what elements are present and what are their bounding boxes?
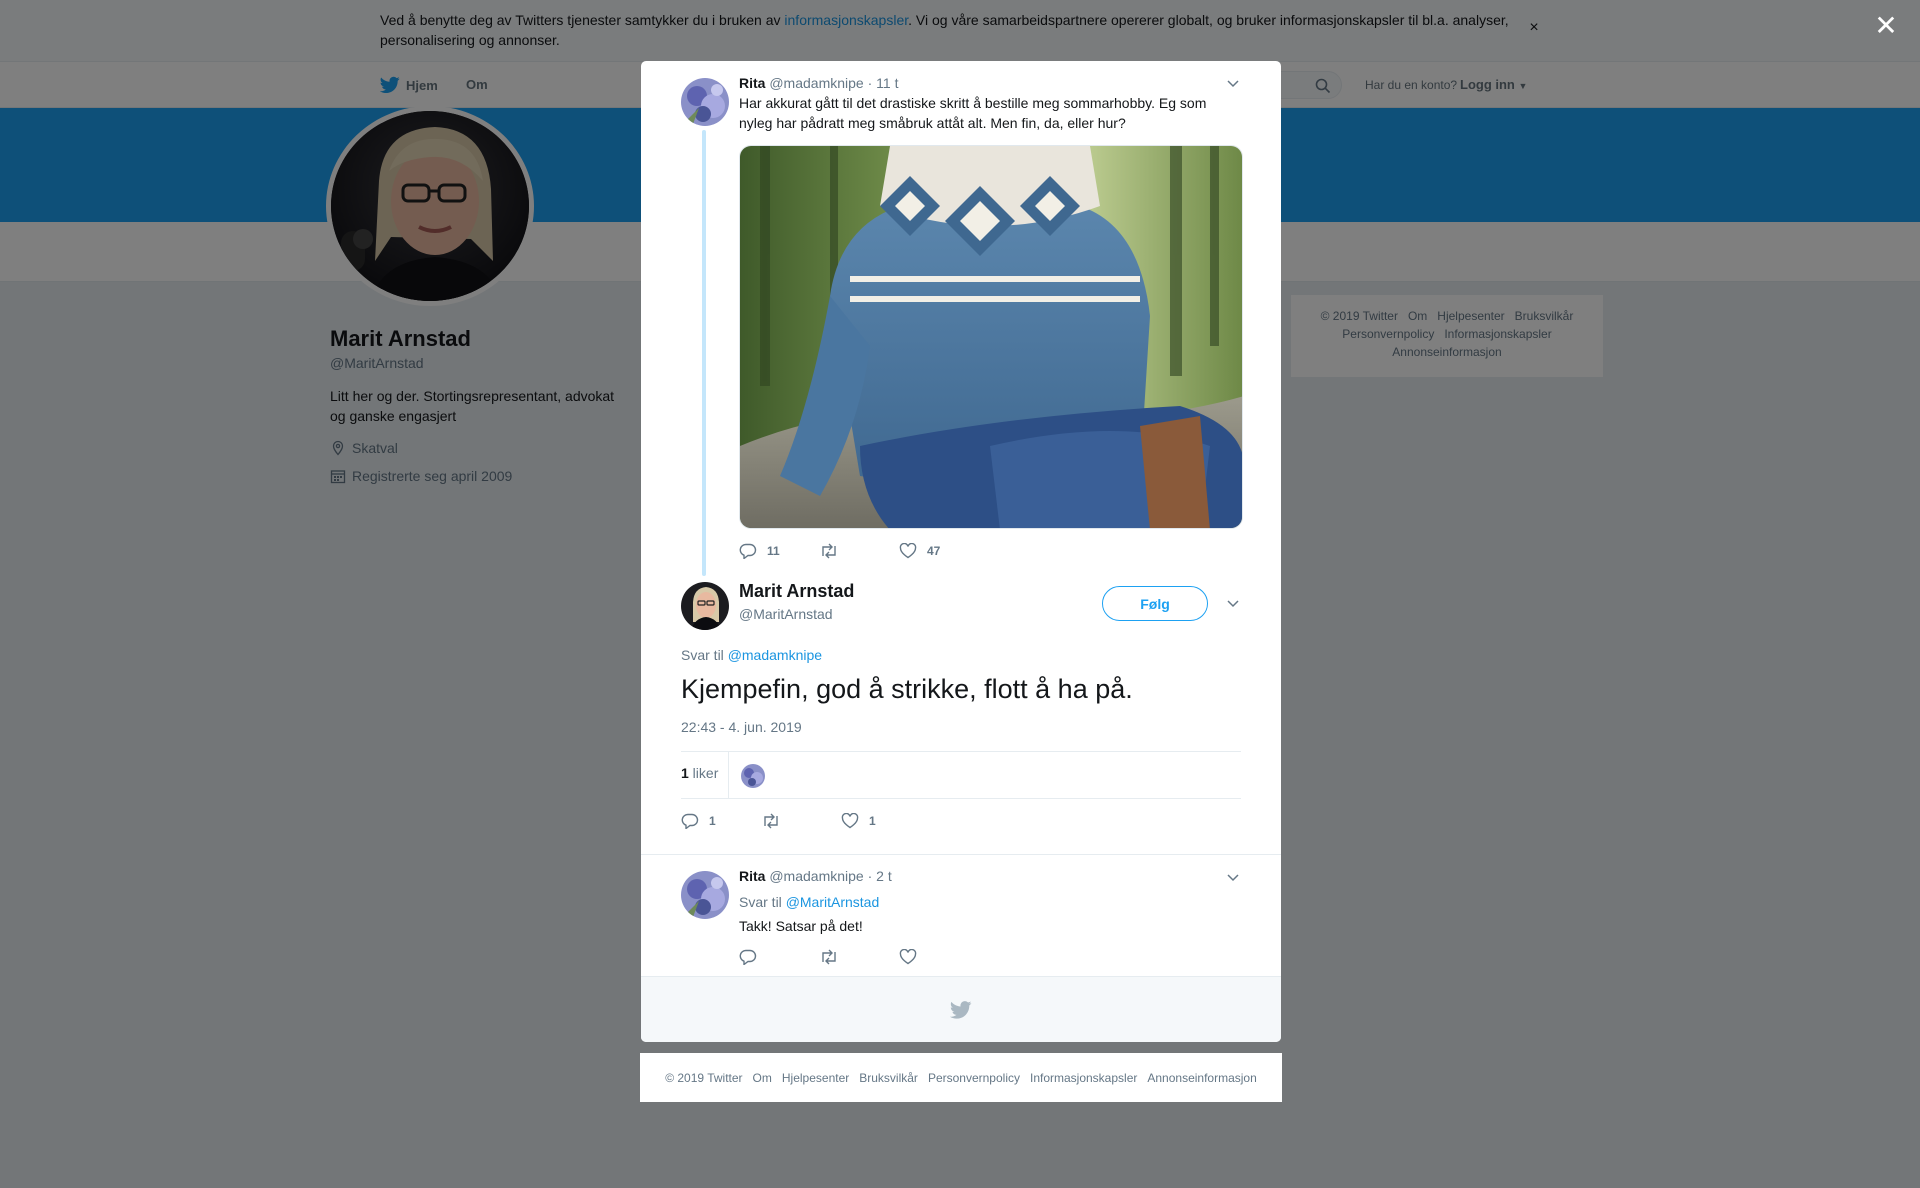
heart-icon: [841, 813, 859, 829]
main-author-handle[interactable]: @MaritArnstad: [739, 606, 833, 622]
tweet-stats: 1 liker: [681, 751, 1241, 799]
main-chevron-down-icon[interactable]: [1225, 595, 1241, 611]
rita-avatar-image: [681, 78, 729, 126]
main-like-button[interactable]: 1: [841, 813, 921, 829]
parent-like-button[interactable]: 47: [899, 543, 979, 559]
heart-icon: [899, 949, 917, 965]
sweater-photo: [740, 146, 1242, 528]
reply-rita-avatar[interactable]: [681, 871, 729, 919]
liker-avatar-image: [741, 764, 765, 788]
reply-retweet-button[interactable]: [819, 949, 899, 965]
main-retweet-button[interactable]: [761, 813, 841, 829]
modal-bottom-footer: © 2019 Twitter Om Hjelpesenter Bruksvilk…: [640, 1053, 1282, 1102]
reply-icon: [739, 949, 757, 965]
parent-tweet-text: Har akkurat gått til det drastiske skrit…: [739, 95, 1207, 131]
parent-author-name[interactable]: Rita: [739, 75, 765, 91]
main-author-name[interactable]: Marit Arnstad: [739, 581, 854, 602]
close-modal-button[interactable]: ✕: [1872, 12, 1900, 40]
parent-like-count: 47: [927, 544, 941, 558]
retweet-icon: [764, 813, 778, 829]
reply-chevron-down-icon[interactable]: [1225, 869, 1241, 885]
main-reply-to-prefix: Svar til: [681, 647, 728, 663]
reply-tweet-header: Rita @madamknipe · 2 t: [739, 868, 892, 884]
parent-reply-button[interactable]: 11: [739, 543, 819, 559]
parent-tweet-actions: 11 47: [739, 543, 979, 559]
parent-chevron-down-icon[interactable]: [1225, 75, 1241, 91]
main-tweet-text: Kjempefin, god å strikke, flott å ha på.: [681, 674, 1133, 704]
rita-avatar[interactable]: [681, 78, 729, 126]
likes-stat-count: 1: [681, 765, 689, 781]
reply-author-handle[interactable]: @madamknipe: [769, 868, 863, 884]
likes-stat-label: liker: [688, 765, 719, 781]
bottom-footer-ads[interactable]: Annonseinformasjon: [1147, 1071, 1256, 1085]
stats-divider: [728, 752, 729, 799]
marit-avatar[interactable]: [681, 582, 729, 630]
main-reply-button[interactable]: 1: [681, 813, 761, 829]
main-tweet-timestamp[interactable]: 22:43 - 4. jun. 2019: [681, 719, 802, 735]
retweet-icon: [822, 543, 836, 559]
main-like-count: 1: [869, 814, 876, 828]
parent-tweet-header: Rita @madamknipe · 11 t: [739, 75, 898, 91]
bottom-footer-about[interactable]: Om: [753, 1071, 772, 1085]
liker-avatar[interactable]: [741, 764, 765, 788]
reply-reply-to: Svar til @MaritArnstad: [739, 892, 879, 912]
modal-footer: [641, 976, 1281, 1042]
follow-button[interactable]: Følg: [1102, 586, 1208, 621]
marit-avatar-image: [681, 582, 729, 630]
parent-tweet-photo[interactable]: [739, 145, 1243, 529]
reply-tweet-text: Takk! Satsar på det!: [739, 918, 863, 934]
twitter-bird-icon: [950, 1000, 972, 1019]
parent-tweet-time[interactable]: · 11 t: [868, 75, 899, 91]
reply-author-name[interactable]: Rita: [739, 868, 765, 884]
bottom-footer-help[interactable]: Hjelpesenter: [782, 1071, 849, 1085]
main-reply-to: Svar til @madamknipe: [681, 647, 822, 663]
parent-retweet-button[interactable]: [819, 543, 899, 559]
main-reply-to-link[interactable]: @madamknipe: [728, 647, 822, 663]
bottom-footer-terms[interactable]: Bruksvilkår: [859, 1071, 918, 1085]
thread-line: [702, 130, 706, 576]
reply-icon: [739, 543, 757, 559]
main-tweet-actions: 1 1: [681, 813, 921, 829]
reply-reply-to-prefix: Svar til: [739, 894, 786, 910]
reply-reply-button[interactable]: [739, 949, 819, 965]
reply-tweet-actions: [739, 949, 979, 965]
main-reply-count: 1: [709, 814, 716, 828]
bottom-footer-privacy[interactable]: Personvernpolicy: [928, 1071, 1020, 1085]
parent-author-handle[interactable]: @madamknipe: [769, 75, 863, 91]
bottom-footer-copyright: © 2019 Twitter: [665, 1070, 743, 1085]
reply-icon: [681, 813, 699, 829]
tweet-modal: Rita @madamknipe · 11 t Har akkurat gått…: [641, 61, 1281, 1042]
likes-stat[interactable]: 1 liker: [681, 765, 718, 781]
retweet-icon: [822, 949, 836, 965]
parent-reply-count: 11: [767, 544, 780, 558]
reply-tweet-time[interactable]: · 2 t: [868, 868, 892, 884]
reply-reply-to-link[interactable]: @MaritArnstad: [786, 894, 880, 910]
reply-like-button[interactable]: [899, 949, 979, 965]
reply-divider: [641, 854, 1281, 855]
heart-icon: [899, 543, 917, 559]
bottom-footer-cookies[interactable]: Informasjonskapsler: [1030, 1071, 1137, 1085]
reply-rita-avatar-image: [681, 871, 729, 919]
